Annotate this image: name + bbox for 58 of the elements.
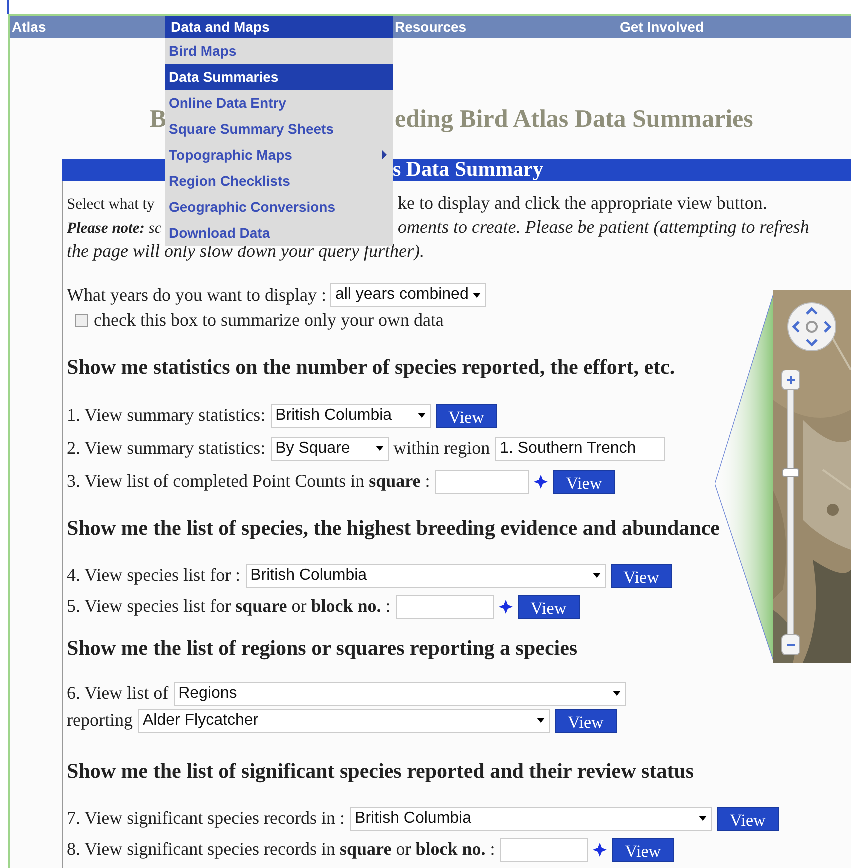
- nav-item[interactable]: Get Involved: [618, 16, 851, 38]
- view-button[interactable]: View: [612, 838, 674, 862]
- field-label: 7. View significant species records in :: [67, 807, 346, 830]
- star-icon[interactable]: [593, 842, 608, 856]
- nav-item[interactable]: Resources: [393, 16, 618, 38]
- field-label: 4. View species list for :: [67, 564, 241, 587]
- star-icon[interactable]: [498, 600, 513, 614]
- input-field[interactable]: [396, 594, 494, 618]
- title-text: B: [150, 106, 167, 134]
- view-button[interactable]: View: [717, 806, 779, 830]
- view-button[interactable]: View: [610, 564, 672, 588]
- section-heading: Show me the list of species, the highest breeding evidence and abundance: [67, 515, 720, 542]
- nav-item[interactable]: Atlas: [10, 16, 165, 38]
- view-button[interactable]: View: [553, 470, 616, 494]
- zoom-slider[interactable]: [781, 370, 801, 655]
- intro-text: ke to display and click the appropriate view button.: [398, 192, 768, 215]
- field-label: 3. View list of completed Point Counts in square :: [67, 470, 430, 493]
- view-button[interactable]: View: [436, 404, 498, 428]
- view-button[interactable]: View: [554, 708, 617, 732]
- field-label: 5. View species list for square or block no. :: [67, 595, 391, 618]
- nav-item[interactable]: Data and Maps: [165, 16, 393, 38]
- menu-item[interactable]: Geographic Conversions: [165, 194, 393, 220]
- menu-item[interactable]: Bird Maps: [165, 38, 393, 64]
- checkbox[interactable]: [75, 314, 88, 326]
- dropdown-field[interactable]: British Columbia: [350, 806, 712, 830]
- dropdown-field[interactable]: British Columbia: [270, 404, 431, 428]
- field-label: within region: [394, 437, 490, 460]
- menu-item[interactable]: Square Summary Sheets: [165, 116, 393, 142]
- field-label: 1. View summary statistics:: [67, 404, 266, 427]
- menu-item[interactable]: Topographic Maps: [165, 142, 393, 168]
- input-field[interactable]: [435, 470, 530, 494]
- field-label: 2. View summary statistics:: [67, 437, 266, 460]
- field-label: reporting: [67, 709, 133, 732]
- star-icon[interactable]: [534, 474, 548, 488]
- field-label: 8. View significant species records in square or block no. :: [67, 838, 496, 861]
- dropdown-field[interactable]: 1. Southern Trench: [495, 436, 666, 460]
- intro-text: Select what ty: [67, 196, 155, 212]
- field-label: What years do you want to display :: [67, 284, 326, 307]
- intro-text: oments to create. Please be patient (attempting to refresh: [398, 216, 810, 239]
- menu-item[interactable]: Online Data Entry: [165, 90, 393, 116]
- dropdown-field[interactable]: all years combined: [330, 283, 486, 307]
- section-heading: Show me the list of significant species reported and their review status: [67, 758, 694, 786]
- title-text: eding Bird Atlas Data Summaries: [394, 105, 754, 136]
- pan-control-icon[interactable]: [787, 302, 837, 352]
- menu-item[interactable]: Region Checklists: [165, 168, 393, 194]
- section-heading: Show me statistics on the number of species reported, the effort, etc.: [67, 354, 676, 382]
- checkbox-label: check this box to summarize only your own data: [94, 308, 444, 332]
- dropdown-field[interactable]: British Columbia: [246, 564, 606, 588]
- view-button[interactable]: View: [518, 594, 580, 618]
- dropdown-field[interactable]: By Square: [270, 436, 389, 460]
- intro-text: Please note: sc: [67, 220, 162, 236]
- dropdown-field[interactable]: Alder Flycatcher: [138, 708, 550, 732]
- panel-title: s Data Summary: [393, 156, 544, 184]
- section-heading: Show me the list of regions or squares reporting a species: [67, 635, 578, 662]
- field-label: 6. View list of: [67, 682, 169, 705]
- dropdown-field[interactable]: Regions: [174, 682, 626, 706]
- input-field[interactable]: [500, 838, 588, 862]
- menu-item[interactable]: Data Summaries: [165, 64, 393, 90]
